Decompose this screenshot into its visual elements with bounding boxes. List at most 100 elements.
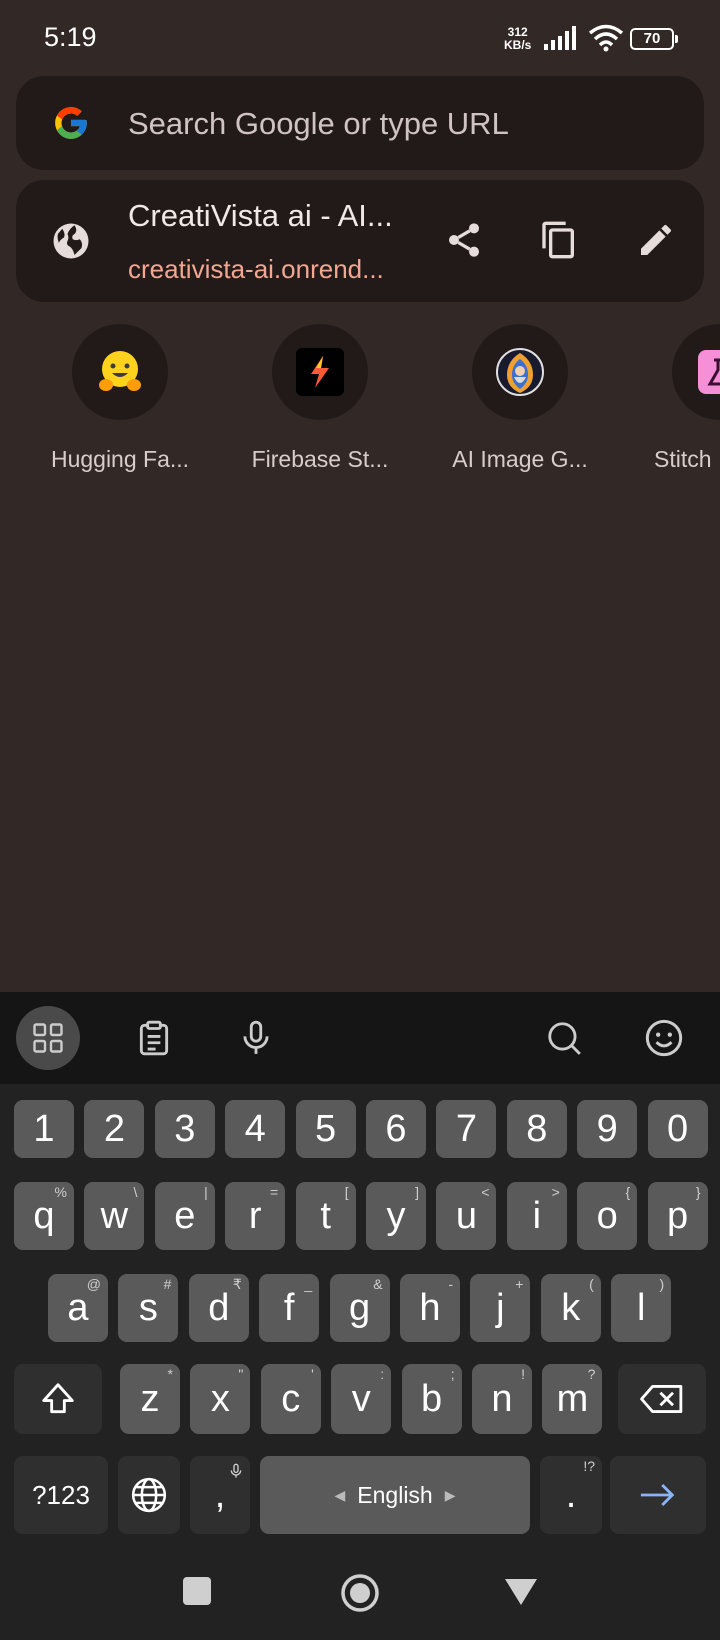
caret-left-icon: ◀ (334, 1486, 346, 1503)
back-button[interactable] (504, 1578, 538, 1606)
page-url[interactable]: creativista-ai.onrend... (128, 254, 413, 285)
key[interactable]: l) (611, 1274, 672, 1342)
key[interactable]: y] (366, 1182, 426, 1250)
key[interactable]: i > (506, 1182, 567, 1250)
shortcut-tile[interactable]: Hugging Fa... (34, 324, 204, 474)
key-label: t (320, 1194, 331, 1237)
key[interactable]: 9 (577, 1100, 638, 1158)
key[interactable]: c ' (260, 1364, 321, 1434)
key[interactable]: z * (120, 1364, 180, 1434)
key[interactable]: 2 (84, 1100, 145, 1158)
key[interactable]: m? (542, 1364, 603, 1434)
key[interactable]: k( (540, 1274, 601, 1342)
home-button[interactable] (340, 1573, 380, 1613)
key-label: 9 (596, 1107, 618, 1150)
key-hint: { (625, 1184, 631, 1200)
key-label: 8 (526, 1107, 548, 1150)
key-hint: _ (304, 1276, 313, 1292)
key[interactable]: t[ (295, 1182, 356, 1250)
clipboard-button[interactable] (124, 1008, 184, 1068)
network-speed-unit: KB/s (504, 38, 532, 52)
key-label: j (496, 1286, 505, 1329)
key[interactable]: 6 (366, 1100, 426, 1158)
key[interactable]: w \ (84, 1182, 145, 1250)
period-key[interactable]: . !? (540, 1456, 602, 1534)
shortcut-tile[interactable]: Stitch (634, 324, 720, 474)
key-label: 6 (385, 1107, 407, 1150)
space-label: English (357, 1481, 433, 1508)
key[interactable]: d ₹ (188, 1274, 249, 1342)
arrow-right-icon (640, 1483, 675, 1507)
key[interactable]: f _ (259, 1274, 320, 1342)
edit-button[interactable] (632, 216, 680, 264)
key-label: r (248, 1194, 262, 1237)
period-hint: !? (583, 1458, 595, 1474)
grid-icon (33, 1023, 63, 1053)
shortcut-tile[interactable]: Firebase St... (234, 324, 404, 474)
key-label: x (210, 1377, 230, 1420)
key-hint: @ (86, 1276, 101, 1292)
language-key[interactable] (118, 1456, 180, 1534)
enter-key[interactable] (610, 1456, 706, 1534)
shift-key[interactable] (14, 1364, 102, 1434)
comma-key[interactable]: , (190, 1456, 250, 1534)
key[interactable]: 4 (225, 1100, 286, 1158)
key[interactable]: o{ (577, 1182, 638, 1250)
key-label: 3 (174, 1107, 196, 1150)
symbols-key[interactable]: ?123 (14, 1456, 108, 1534)
microphone-icon (243, 1020, 269, 1054)
key[interactable]: s # (118, 1274, 179, 1342)
voice-input-button[interactable] (226, 1008, 286, 1068)
key[interactable]: n! (472, 1364, 532, 1434)
keyboard-search-button[interactable] (534, 1008, 594, 1068)
key[interactable]: q% (14, 1182, 74, 1250)
key-label: q (33, 1194, 55, 1237)
key[interactable]: u < (436, 1182, 497, 1250)
key-label: y (386, 1194, 406, 1237)
shortcut-tile[interactable]: AI Image G... (434, 324, 604, 474)
key[interactable]: p} (647, 1182, 708, 1250)
key[interactable]: 5 (295, 1100, 356, 1158)
space-key[interactable]: ◀ English ▶ (260, 1456, 530, 1534)
key-hint: ) (659, 1276, 665, 1292)
battery-indicator: 70 (630, 28, 678, 50)
key-label: k (561, 1286, 581, 1329)
emoji-button[interactable] (634, 1008, 694, 1068)
key-hint: * (167, 1366, 173, 1382)
key[interactable]: e | (154, 1182, 215, 1250)
search-icon (548, 1022, 581, 1055)
copy-button[interactable] (535, 216, 583, 264)
key[interactable]: g & (329, 1274, 390, 1342)
share-button[interactable] (440, 216, 488, 264)
key[interactable]: 1 (14, 1100, 74, 1158)
key[interactable]: r = (225, 1182, 286, 1250)
key-label: s (138, 1286, 158, 1329)
key[interactable]: v: (331, 1364, 392, 1434)
wifi-icon (588, 24, 624, 52)
share-icon (449, 223, 479, 257)
key-label: b (421, 1377, 443, 1420)
key[interactable]: x " (190, 1364, 251, 1434)
key[interactable]: j + (470, 1274, 531, 1342)
hugging-face-icon (72, 324, 168, 420)
search-placeholder[interactable]: Search Google or type URL (128, 106, 509, 142)
keyboard (0, 1084, 720, 1640)
page-title[interactable]: CreatiVista ai - AI... (128, 198, 418, 234)
backspace-key[interactable] (618, 1364, 706, 1434)
key[interactable]: b; (401, 1364, 462, 1434)
key[interactable]: a @ (48, 1274, 108, 1342)
globe-icon (131, 1477, 167, 1513)
google-logo-icon (55, 107, 87, 139)
key-label: 5 (315, 1107, 337, 1150)
apps-grid-button[interactable] (16, 1006, 80, 1070)
key[interactable]: 8 (506, 1100, 567, 1158)
globe-icon (53, 223, 89, 259)
key[interactable]: 7 (436, 1100, 497, 1158)
ai-image-generator-icon (472, 324, 568, 420)
key[interactable]: 0 (647, 1100, 708, 1158)
key[interactable]: h- (400, 1274, 460, 1342)
status-bar: 5:19 312 KB/s 70 (0, 0, 720, 78)
recent-apps-button[interactable] (182, 1576, 212, 1606)
firebase-studio-icon (272, 324, 368, 420)
key[interactable]: 3 (154, 1100, 215, 1158)
